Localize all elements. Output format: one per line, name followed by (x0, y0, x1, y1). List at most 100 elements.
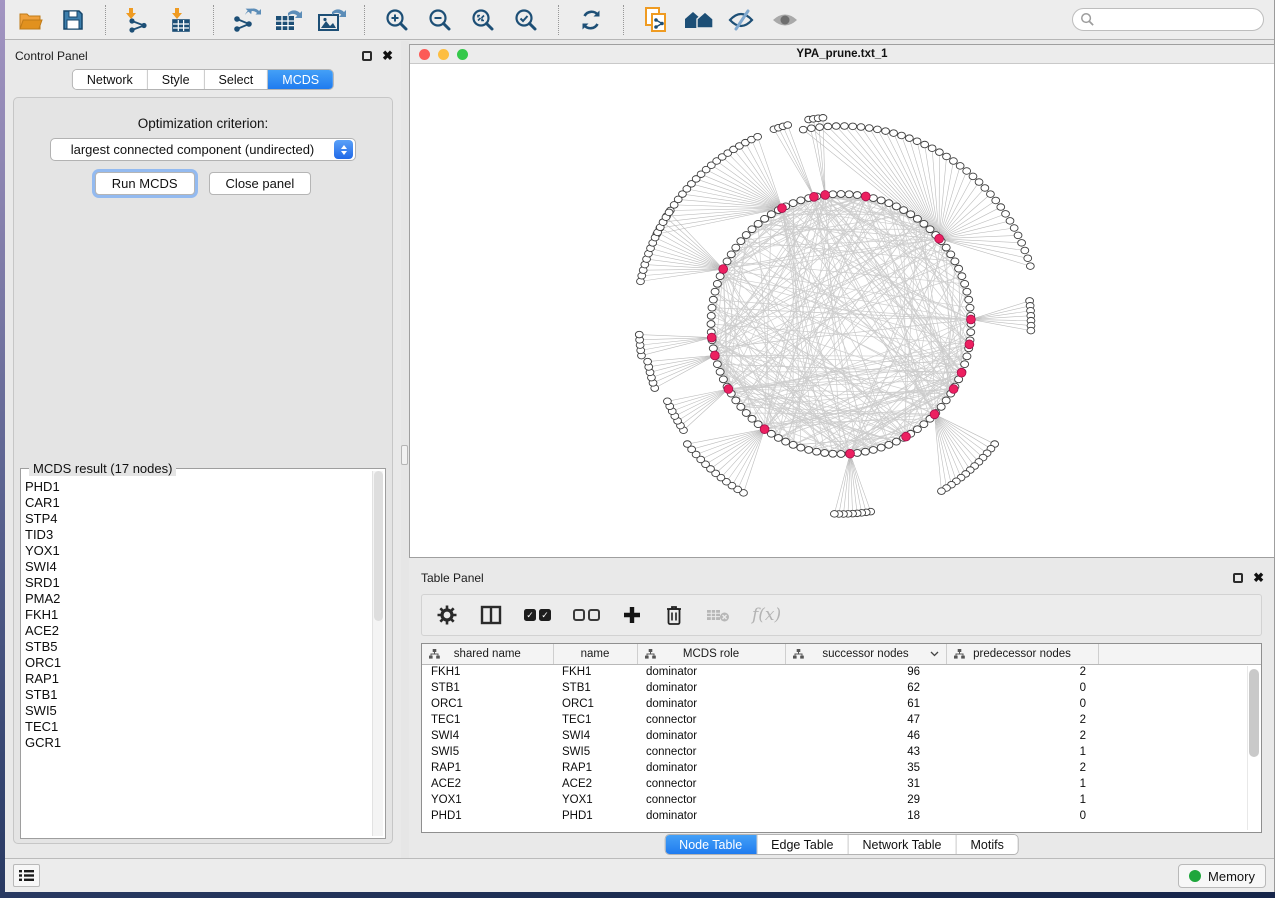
network-canvas[interactable] (410, 64, 1274, 557)
table-cell: ACE2 (553, 776, 637, 792)
export-network-icon[interactable] (231, 6, 261, 34)
table-row[interactable]: SWI4SWI4dominator462 (422, 728, 1261, 744)
mcds-result-item[interactable]: SWI4 (25, 559, 371, 575)
zoom-in-icon[interactable] (382, 6, 412, 34)
mcds-result-item[interactable]: TID3 (25, 527, 371, 543)
table-cell: connector (637, 776, 785, 792)
export-table-icon[interactable] (274, 6, 304, 34)
control-panel: Control Panel ✖ Network Style Select MCD… (5, 41, 401, 858)
import-table-icon[interactable] (166, 6, 196, 34)
mcds-result-item[interactable]: ACE2 (25, 623, 371, 639)
select-all-icon[interactable]: ✓✓ (524, 609, 551, 621)
tab-network-table[interactable]: Network Table (849, 835, 957, 854)
mcds-result-item[interactable]: FKH1 (25, 607, 371, 623)
mcds-result-item[interactable]: STB5 (25, 639, 371, 655)
copy-network-icon[interactable] (641, 6, 671, 34)
split-grabber[interactable] (401, 445, 408, 465)
table-cell: FKH1 (553, 664, 637, 680)
table-cell: STB1 (553, 680, 637, 696)
close-panel-icon[interactable]: ✖ (382, 51, 393, 61)
main-toolbar (5, 0, 1274, 40)
table-cell: 0 (946, 696, 1098, 712)
table-scrollbar[interactable] (1247, 666, 1259, 830)
network-window-titlebar[interactable]: YPA_prune.txt_1 (410, 45, 1274, 64)
table-row[interactable]: SWI5SWI5connector431 (422, 744, 1261, 760)
close-table-panel-icon[interactable]: ✖ (1253, 573, 1264, 583)
tab-motifs[interactable]: Motifs (956, 835, 1017, 854)
deselect-all-icon[interactable] (573, 609, 600, 621)
table-row[interactable]: YOX1YOX1connector291 (422, 792, 1261, 808)
tab-network[interactable]: Network (73, 70, 148, 89)
column-successor-nodes[interactable]: successor nodes (785, 644, 946, 664)
table-row[interactable]: ORC1ORC1dominator610 (422, 696, 1261, 712)
mcds-result-scrollbar[interactable] (372, 471, 383, 836)
criterion-value: largest connected component (undirected) (51, 142, 334, 157)
mcds-result-item[interactable]: RAP1 (25, 671, 371, 687)
save-icon[interactable] (58, 6, 88, 34)
tab-mcds[interactable]: MCDS (268, 70, 333, 89)
mcds-result-item[interactable]: STB1 (25, 687, 371, 703)
float-panel-icon[interactable] (362, 51, 372, 61)
table-row[interactable]: FKH1FKH1dominator962 (422, 664, 1261, 680)
table-cell: dominator (637, 664, 785, 680)
table-row[interactable]: TEC1TEC1connector472 (422, 712, 1261, 728)
tab-edge-table[interactable]: Edge Table (757, 835, 848, 854)
hide-detail-icon[interactable] (727, 6, 757, 34)
node-table: shared name name MCDS role successor nod… (421, 643, 1262, 833)
mcds-result-item[interactable]: YOX1 (25, 543, 371, 559)
delete-icon[interactable] (664, 604, 684, 626)
zoom-selected-icon[interactable] (511, 6, 541, 34)
table-row[interactable]: PHD1PHD1dominator180 (422, 808, 1261, 824)
mcds-result-item[interactable]: TEC1 (25, 719, 371, 735)
table-header-row: shared name name MCDS role successor nod… (422, 644, 1261, 664)
mcds-result-item[interactable]: GCR1 (25, 735, 371, 751)
column-name[interactable]: name (553, 644, 637, 664)
zoom-fit-icon[interactable] (468, 6, 498, 34)
mcds-result-item[interactable]: SWI5 (25, 703, 371, 719)
table-cell: dominator (637, 680, 785, 696)
columns-icon[interactable] (480, 605, 502, 625)
criterion-dropdown[interactable]: largest connected component (undirected) (50, 138, 356, 161)
right-column: YPA_prune.txt_1 Table Panel ✖ (409, 41, 1274, 858)
table-cell: YOX1 (422, 792, 553, 808)
gear-icon[interactable] (436, 604, 458, 626)
show-detail-icon[interactable] (770, 6, 800, 34)
dropdown-stepper-icon (334, 140, 353, 159)
table-cell: dominator (637, 808, 785, 824)
refresh-icon[interactable] (576, 6, 606, 34)
function-icon[interactable]: f(x) (752, 605, 781, 625)
mcds-result-item[interactable]: ORC1 (25, 655, 371, 671)
mcds-result-item[interactable]: PMA2 (25, 591, 371, 607)
delete-table-icon[interactable] (706, 607, 730, 623)
memory-status-icon (1189, 870, 1201, 882)
memory-button[interactable]: Memory (1178, 864, 1266, 888)
panel-list-button[interactable] (13, 864, 40, 887)
mcds-result-item[interactable]: STP4 (25, 511, 371, 527)
split-divider[interactable] (401, 41, 409, 858)
run-mcds-button[interactable]: Run MCDS (95, 172, 195, 195)
table-row[interactable]: ACE2ACE2connector311 (422, 776, 1261, 792)
table-cell: 47 (785, 712, 946, 728)
zoom-out-icon[interactable] (425, 6, 455, 34)
table-row[interactable]: STB1STB1dominator620 (422, 680, 1261, 696)
mcds-result-item[interactable]: CAR1 (25, 495, 371, 511)
search-input[interactable] (1072, 8, 1264, 31)
open-file-icon[interactable] (15, 6, 45, 34)
mcds-result-item[interactable]: PHD1 (25, 479, 371, 495)
add-column-icon[interactable] (622, 605, 642, 625)
import-network-icon[interactable] (123, 6, 153, 34)
export-image-icon[interactable] (317, 6, 347, 34)
tab-node-table[interactable]: Node Table (665, 835, 757, 854)
column-shared-name[interactable]: shared name (422, 644, 553, 664)
column-predecessor-nodes[interactable]: predecessor nodes (946, 644, 1098, 664)
table-row[interactable]: RAP1RAP1dominator352 (422, 760, 1261, 776)
close-panel-button[interactable]: Close panel (209, 172, 312, 195)
tab-select[interactable]: Select (205, 70, 269, 89)
table-cell: 2 (946, 760, 1098, 776)
home-icon[interactable] (684, 6, 714, 34)
table-cell (1098, 680, 1261, 696)
tab-style[interactable]: Style (148, 70, 205, 89)
float-table-panel-icon[interactable] (1233, 573, 1243, 583)
mcds-result-item[interactable]: SRD1 (25, 575, 371, 591)
column-mcds-role[interactable]: MCDS role (637, 644, 785, 664)
